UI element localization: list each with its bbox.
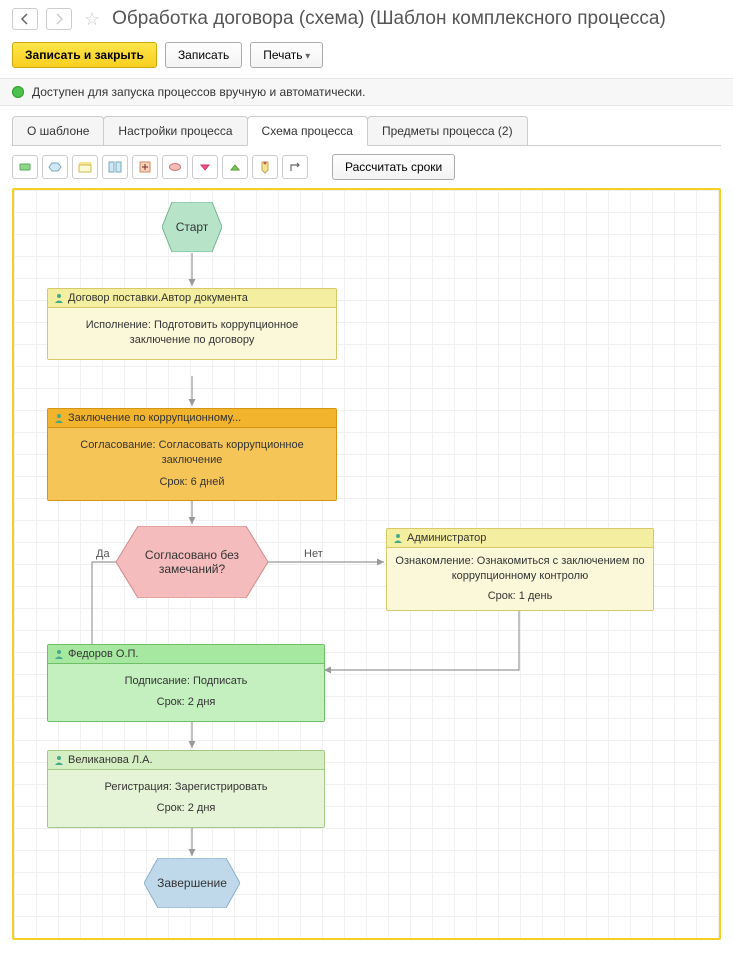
node-decision[interactable]: Согласовано без замечаний? <box>116 526 268 598</box>
forward-button[interactable] <box>46 8 72 30</box>
node-task-1[interactable]: Договор поставки.Автор документа Исполне… <box>47 288 337 360</box>
page-title: Обработка договора (схема) (Шаблон компл… <box>112 8 666 30</box>
node-task-2[interactable]: Заключение по коррупционному... Согласов… <box>47 408 337 501</box>
favorite-icon[interactable]: ☆ <box>84 9 100 30</box>
tab-settings[interactable]: Настройки процесса <box>103 116 247 145</box>
tool-task-icon[interactable] <box>72 155 98 179</box>
edge-label-yes: Да <box>96 548 110 560</box>
node-start-label: Старт <box>176 220 209 234</box>
save-close-button[interactable]: Записать и закрыть <box>12 42 157 68</box>
node-end[interactable]: Завершение <box>144 858 240 908</box>
tool-script-icon[interactable] <box>252 155 278 179</box>
node-2-head: Заключение по коррупционному... <box>68 412 241 424</box>
diagram-canvas[interactable]: Старт Договор поставки.Автор документа И… <box>14 190 719 938</box>
node-5-deadline: Срок: 2 дня <box>56 801 316 816</box>
node-1-head: Договор поставки.Автор документа <box>68 292 248 304</box>
status-text: Доступен для запуска процессов вручную и… <box>32 85 365 99</box>
back-button[interactable] <box>12 8 38 30</box>
node-decision-label: Согласовано без замечаний? <box>116 548 268 576</box>
node-3-body: Ознакомление: Ознакомиться с заключением… <box>395 554 645 585</box>
node-3-deadline: Срок: 1 день <box>395 589 645 604</box>
edge-label-no: Нет <box>304 548 323 560</box>
node-4-deadline: Срок: 2 дня <box>56 695 316 710</box>
save-button[interactable]: Записать <box>165 42 242 68</box>
node-end-label: Завершение <box>157 876 227 890</box>
node-task-4[interactable]: Федоров О.П. Подписание: Подписать Срок:… <box>47 644 325 722</box>
tab-subjects[interactable]: Предметы процесса (2) <box>367 116 528 145</box>
tool-condition-icon[interactable] <box>162 155 188 179</box>
tab-schema[interactable]: Схема процесса <box>247 116 368 146</box>
node-4-body: Подписание: Подписать <box>56 674 316 689</box>
node-start[interactable]: Старт <box>162 202 222 252</box>
status-dot-icon <box>12 86 24 98</box>
tool-down-icon[interactable] <box>192 155 218 179</box>
node-2-body: Согласование: Согласовать коррупционное … <box>56 438 328 469</box>
tool-split-icon[interactable] <box>102 155 128 179</box>
node-1-body: Исполнение: Подготовить коррупционное за… <box>56 318 328 349</box>
tool-connector-icon[interactable] <box>282 155 308 179</box>
tool-up-icon[interactable] <box>222 155 248 179</box>
node-task-5[interactable]: Великанова Л.А. Регистрация: Зарегистрир… <box>47 750 325 828</box>
tool-start-icon[interactable] <box>12 155 38 179</box>
print-button[interactable]: Печать <box>250 42 323 68</box>
calculate-button[interactable]: Рассчитать сроки <box>332 154 455 180</box>
node-5-head: Великанова Л.А. <box>68 754 153 766</box>
node-task-3[interactable]: Администратор Ознакомление: Ознакомиться… <box>386 528 654 611</box>
node-4-head: Федоров О.П. <box>68 648 139 660</box>
node-2-deadline: Срок: 6 дней <box>56 475 328 490</box>
node-5-body: Регистрация: Зарегистрировать <box>56 780 316 795</box>
tool-add-icon[interactable] <box>132 155 158 179</box>
tool-end-icon[interactable] <box>42 155 68 179</box>
node-3-head: Администратор <box>407 532 486 544</box>
tab-about[interactable]: О шаблоне <box>12 116 104 145</box>
